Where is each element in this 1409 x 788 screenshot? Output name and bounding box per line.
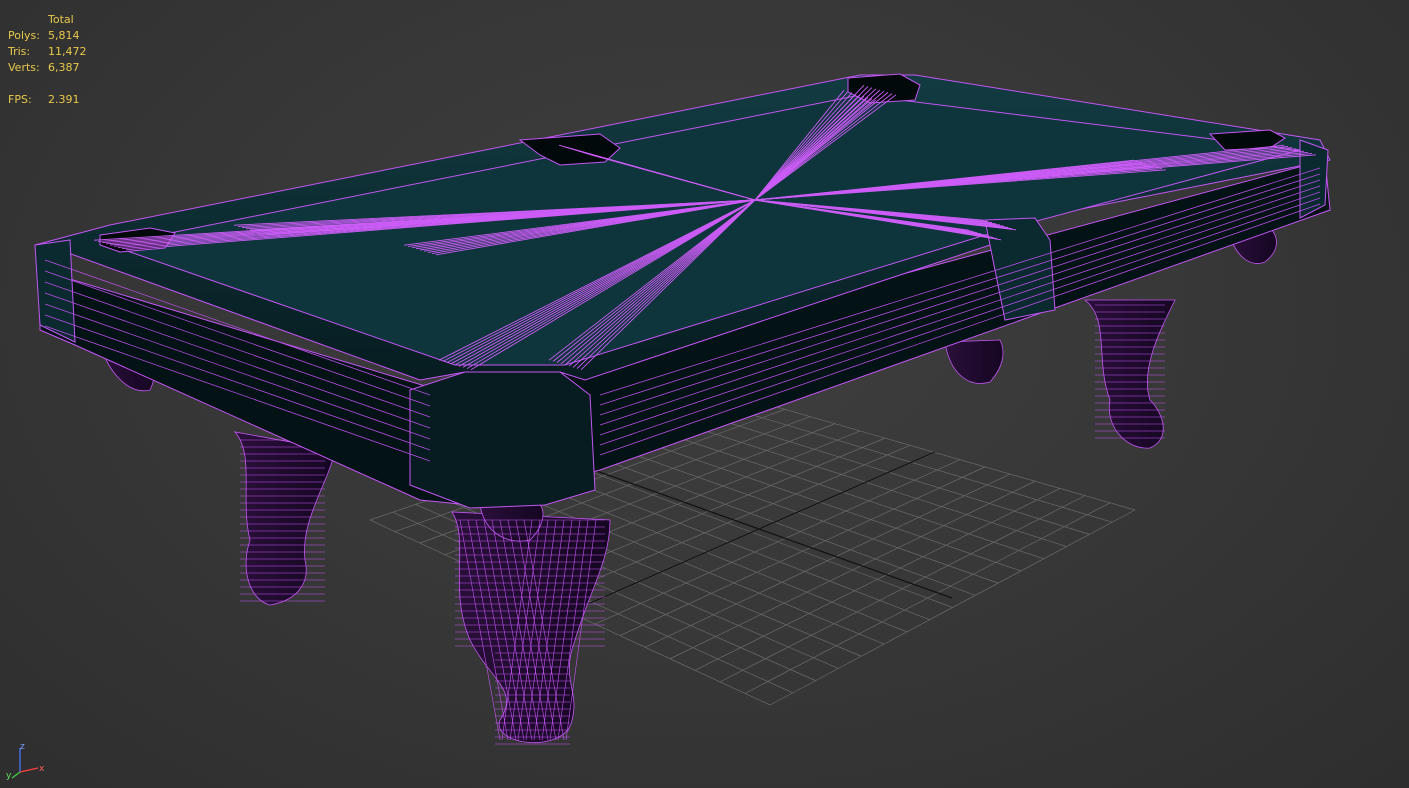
y-axis-line xyxy=(11,771,21,779)
y-axis-label: y xyxy=(6,771,12,780)
polys-label: Polys: xyxy=(8,29,40,42)
grid-line xyxy=(719,495,1086,683)
tris-value: 11,472 xyxy=(48,45,87,58)
verts-label: Verts: xyxy=(8,61,40,74)
front-leg xyxy=(451,511,611,743)
fps-label: FPS: xyxy=(8,93,32,106)
stats-header: Total xyxy=(48,13,74,26)
x-axis-label: x xyxy=(39,764,45,774)
tris-label: Tris: xyxy=(8,45,31,58)
axis-gizmo-icon: z x y xyxy=(6,744,45,780)
viewport-statistics: Total Polys: 5,814 Tris: 11,472 Verts: 6,38… xyxy=(8,12,87,108)
z-axis-label: z xyxy=(20,744,25,752)
left-leg xyxy=(233,431,336,606)
corner-front xyxy=(409,371,596,509)
grid-line xyxy=(769,509,1136,706)
3d-viewport[interactable] xyxy=(0,0,1409,788)
verts-value: 6,387 xyxy=(48,61,80,74)
fps-value: 2.391 xyxy=(48,93,80,106)
polys-value: 5,814 xyxy=(48,29,80,42)
grid-center-y xyxy=(569,451,936,613)
grid-line xyxy=(594,459,961,625)
right-leg xyxy=(1083,299,1176,449)
x-axis-line xyxy=(19,767,39,773)
grid-line xyxy=(619,466,986,636)
pocket-basket-middle xyxy=(944,339,1004,384)
